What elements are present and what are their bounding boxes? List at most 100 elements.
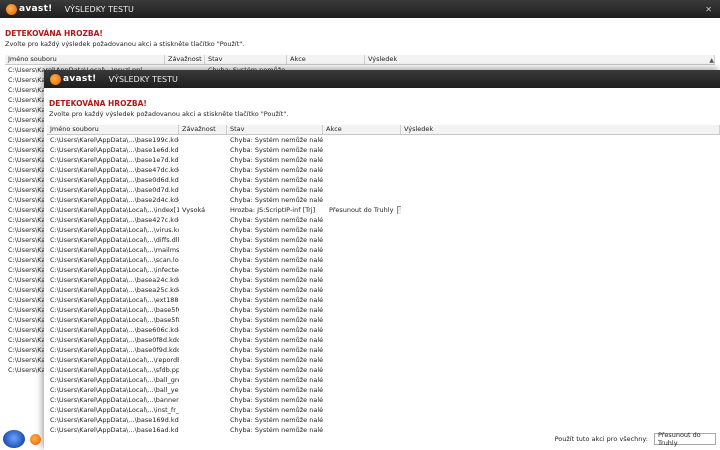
file-cell: C:\Users\Karel\AppData\Local\...\base5f8…: [50, 316, 179, 324]
file-cell: C:\Users\Karel\AppData\Local\...\ball_ye…: [50, 386, 179, 394]
result-cell: [401, 255, 720, 265]
column-header-file[interactable]: Jméno souboru: [47, 125, 179, 134]
column-header-status[interactable]: Stav: [227, 125, 323, 134]
file-cell: C:\Users\Karel\AppData\Local\...\sfdb.pp…: [50, 366, 179, 374]
file-cell: C:\Users\Karel\AppData\Local\...\banner.…: [50, 396, 179, 404]
table-row[interactable]: C:\Users\Karel\AppData\Local\...\ball_gr…: [47, 375, 720, 385]
threat-heading: DETEKOVÁNA HROZBA!: [49, 99, 147, 108]
result-cell: [401, 405, 720, 415]
footer-bar: Použít tuto akci pro všechny: Přesunout …: [44, 428, 720, 450]
avast-logo-icon: [50, 73, 61, 85]
table-row[interactable]: C:\Users\Karel\AppData\Local\...\ext188 c…: [47, 295, 720, 305]
status-cell: Chyba: Systém nemůže nalézt ...: [230, 386, 323, 394]
table-row[interactable]: C:\Users\Karel\AppData\...\base0d7d.kdc C…: [47, 185, 720, 195]
table-row[interactable]: C:\Users\Karel\AppData\Local\...\base5f8…: [47, 315, 720, 325]
table-row[interactable]: C:\Users\Karel\AppData\Local\...\virus.k…: [47, 225, 720, 235]
severity-cell: [179, 165, 227, 175]
result-cell: [401, 265, 720, 275]
table-row[interactable]: C:\Users\Karel\AppData\Local\...\ball_ye…: [47, 385, 720, 395]
table-row[interactable]: C:\Users\Karel\AppData\...\base427c.kdc C…: [47, 215, 720, 225]
severity-cell: [179, 325, 227, 335]
status-cell: Chyba: Systém nemůže nalézt ...: [230, 226, 323, 234]
severity-cell: [179, 225, 227, 235]
table-row[interactable]: C:\Users\Karel\AppData\...\base606c.kdc C…: [47, 325, 720, 335]
result-cell: [401, 165, 720, 175]
table-row[interactable]: C:\Users\Karel\AppData\Local\...\sfdb.pp…: [47, 365, 720, 375]
threat-heading: DETEKOVÁNA HROZBA!: [5, 29, 103, 38]
status-cell: Chyba: Systém nemůže nalézt ...: [230, 396, 323, 404]
apply-all-select[interactable]: Přesunout do Truhly: [654, 431, 716, 447]
avast-taskbar-icon[interactable]: [30, 434, 41, 445]
severity-cell: [179, 415, 227, 425]
file-cell: C:\Users\Karel\AppData\Local\...\ball_gr…: [50, 376, 179, 384]
window-title: VÝSLEDKY TESTU: [108, 74, 178, 84]
severity-cell: [179, 305, 227, 315]
result-cell: [401, 225, 720, 235]
action-select[interactable]: Přesunout do Truhly▾: [326, 206, 401, 214]
table-row[interactable]: C:\Users\Karel\AppData\...\basea25c.kdc C…: [47, 285, 720, 295]
table-row[interactable]: C:\Users\Karel\AppData\Local\...\base5f6…: [47, 305, 720, 315]
column-header-status[interactable]: Stav: [205, 55, 287, 64]
table-row[interactable]: C:\Users\Karel\AppData\Local\...\inst_fr…: [47, 405, 720, 415]
severity-cell: [179, 285, 227, 295]
table-header: Jméno souboru Závažnost Stav Akce Výsled…: [5, 55, 715, 65]
avast-logo-icon: [6, 3, 17, 15]
status-cell: Chyba: Systém nemůže nalézt ...: [230, 326, 323, 334]
action-cell: [323, 195, 401, 205]
status-cell: Hrozba: JS:ScriptIP-inf [Trj]: [230, 206, 316, 214]
table-row[interactable]: C:\Users\Karel\AppData\...\base1e6d.kdc C…: [47, 145, 720, 155]
table-row[interactable]: C:\Users\Karel\AppData\...\base1e7d.kdc C…: [47, 155, 720, 165]
file-cell: C:\Users\Karel\AppData\...\basea25c.kdc: [50, 286, 179, 294]
table-row[interactable]: C:\Users\Karel\AppData\Local\...\infecte…: [47, 265, 720, 275]
close-icon[interactable]: ✕: [705, 5, 712, 14]
table-row[interactable]: C:\Users\Karel\AppData\Local\...\scan.lo…: [47, 255, 720, 265]
column-header-result[interactable]: Výsledek: [401, 125, 720, 134]
status-cell: Chyba: Systém nemůže nalézt ...: [230, 136, 323, 144]
table-row[interactable]: C:\Users\Karel\AppData\...\base0f9d.kdc C…: [47, 345, 720, 355]
column-header-severity[interactable]: Závažnost: [165, 55, 205, 64]
result-cell: [401, 205, 720, 215]
action-cell: [323, 345, 401, 355]
file-cell: C:\Users\Karel\AppData\...\base0f9d.kdc: [50, 346, 179, 354]
table-row[interactable]: C:\Users\Karel\AppData\...\base0f8d.kdc C…: [47, 335, 720, 345]
status-cell: Chyba: Systém nemůže nalézt ...: [230, 286, 323, 294]
foreground-results-window[interactable]: avast! VÝSLEDKY TESTU DETEKOVÁNA HROZBA!…: [44, 70, 720, 450]
table-row[interactable]: C:\Users\Karel\AppData\...\basea24c.kdc C…: [47, 275, 720, 285]
action-cell: [323, 385, 401, 395]
front-titlebar[interactable]: avast! VÝSLEDKY TESTU: [44, 70, 720, 88]
column-header-file[interactable]: Jméno souboru: [5, 55, 165, 64]
file-cell: C:\Users\Karel\AppData\Local\...\index[1…: [50, 206, 179, 214]
status-cell: Chyba: Systém nemůže nalézt ...: [230, 296, 323, 304]
table-row[interactable]: C:\Users\Karel\AppData\...\base47dc.kdc C…: [47, 165, 720, 175]
table-row[interactable]: C:\Users\Karel\AppData\Local\...\diffs.d…: [47, 235, 720, 245]
table-row[interactable]: C:\Users\Karel\AppData\...\base169d.kdc C…: [47, 415, 720, 425]
column-header-action[interactable]: Akce: [287, 55, 365, 64]
table-row[interactable]: C:\Users\Karel\AppData\...\base0d6d.kdc C…: [47, 175, 720, 185]
column-header-action[interactable]: Akce: [323, 125, 401, 134]
result-cell: [401, 215, 720, 225]
status-cell: Chyba: Systém nemůže nalézt ...: [230, 406, 323, 414]
table-row[interactable]: C:\Users\Karel\AppData\Local\...\mailmsg…: [47, 245, 720, 255]
severity-cell: [179, 355, 227, 365]
scroll-up-arrow-icon[interactable]: ▲: [709, 57, 714, 64]
severity-cell: [179, 375, 227, 385]
table-row[interactable]: C:\Users\Karel\AppData\Local\...\banner.…: [47, 395, 720, 405]
result-cell: [401, 155, 720, 165]
table-row[interactable]: C:\Users\Karel\AppData\...\base199c.kdc C…: [47, 135, 720, 145]
result-cell: [401, 305, 720, 315]
table-row[interactable]: C:\Users\Karel\AppData\Local\...\repordb…: [47, 355, 720, 365]
apply-all-label: Použít tuto akci pro všechny:: [554, 435, 648, 443]
status-cell: Chyba: Systém nemůže nalézt ...: [230, 256, 323, 264]
windows-start-button[interactable]: [3, 430, 25, 448]
file-cell: C:\Users\Karel\AppData\...\base199c.kdc: [50, 136, 179, 144]
table-row[interactable]: C:\Users\Karel\AppData\...\base2d4c.kdc C…: [47, 195, 720, 205]
column-header-result[interactable]: Výsledek: [365, 55, 715, 64]
back-titlebar[interactable]: avast! VÝSLEDKY TESTU ✕: [0, 0, 720, 18]
result-cell: [401, 335, 720, 345]
result-cell: [401, 195, 720, 205]
table-row[interactable]: C:\Users\Karel\AppData\Local\...\index[1…: [47, 205, 720, 215]
file-cell: C:\Users\Karel\AppData\Local\...\mailmsg…: [50, 246, 179, 254]
column-header-severity[interactable]: Závažnost: [179, 125, 227, 134]
action-cell: [323, 335, 401, 345]
action-cell: [323, 285, 401, 295]
